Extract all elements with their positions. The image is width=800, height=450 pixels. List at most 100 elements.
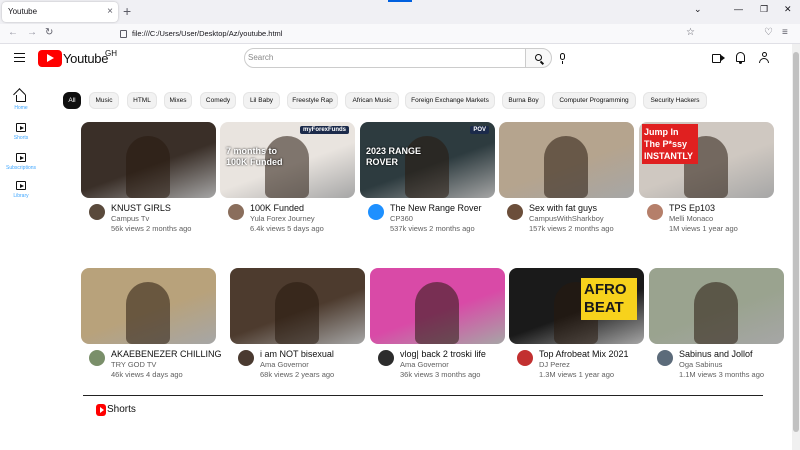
video-thumbnail[interactable]: myForexFunds 7 months to 100K Funded <box>220 122 355 198</box>
notifications-bell-icon[interactable] <box>736 52 745 64</box>
chip-african-music[interactable]: African Music <box>345 92 399 109</box>
category-chips: All Music HTML Mixes Comedy Lil Baby Fre… <box>63 92 763 109</box>
channel-name[interactable]: CP360 <box>390 214 413 223</box>
video-title[interactable]: i am NOT bisexual <box>260 349 370 359</box>
video-thumbnail[interactable] <box>81 268 216 344</box>
video-thumbnail[interactable] <box>499 122 634 198</box>
search-icon <box>535 54 542 61</box>
channel-avatar[interactable] <box>368 204 384 220</box>
chevron-down-icon[interactable]: ⌄ <box>694 4 702 15</box>
chip-computer-programming[interactable]: Computer Programming <box>552 92 636 109</box>
new-tab-button[interactable]: + <box>123 2 131 20</box>
channel-name[interactable]: Campus Tv <box>111 214 149 223</box>
chip-foreign-exchange-markets[interactable]: Foreign Exchange Markets <box>405 92 495 109</box>
chip-html[interactable]: HTML <box>127 92 157 109</box>
back-icon[interactable]: ← <box>8 27 18 38</box>
video-title[interactable]: 100K Funded <box>250 203 360 213</box>
channel-name[interactable]: Oga Sabinus <box>679 360 722 369</box>
video-card[interactable]: Jump In The P*ssy INSTANTLY TPS Ep103 Mell… <box>639 122 779 237</box>
video-card[interactable]: vlog| back 2 troski life Ama Governor 36k … <box>370 268 510 383</box>
close-tab-icon[interactable]: × <box>107 2 113 22</box>
restore-icon[interactable]: ❐ <box>760 4 768 15</box>
sidebar-item-shorts[interactable]: Shorts <box>0 120 42 148</box>
video-title[interactable]: Sabinus and Jollof <box>679 349 789 359</box>
subscriptions-icon <box>16 153 26 162</box>
channel-name[interactable]: TRY GOD TV <box>111 360 156 369</box>
channel-avatar[interactable] <box>238 350 254 366</box>
video-card[interactable]: Sex with fat guys CampusWithSharkboy 157k … <box>499 122 639 237</box>
video-title[interactable]: vlog| back 2 troski life <box>400 349 510 359</box>
channel-name[interactable]: Ama Governor <box>260 360 309 369</box>
browser-tab-title: Youtube <box>8 7 38 16</box>
channel-avatar[interactable] <box>228 204 244 220</box>
create-video-icon[interactable] <box>712 54 725 63</box>
video-title[interactable]: AKAEBENEZER CHILLING <box>111 349 222 359</box>
video-title[interactable]: Sex with fat guys <box>529 203 639 213</box>
chip-freestyle-rap[interactable]: Freestyle Rap <box>287 92 338 109</box>
address-bar[interactable]: file:///C:/Users/User/Desktop/Az/youtube… <box>118 26 698 42</box>
video-title[interactable]: KNUST GIRLS <box>111 203 221 213</box>
search-button[interactable] <box>525 48 552 68</box>
chip-comedy[interactable]: Comedy <box>200 92 236 109</box>
video-thumbnail[interactable]: AFRO BEAT <box>509 268 644 344</box>
minimize-icon[interactable]: — <box>734 4 743 14</box>
video-title[interactable]: TPS Ep103 <box>669 203 779 213</box>
search-input[interactable]: Search <box>244 48 526 68</box>
page-scrollbar[interactable] <box>792 44 800 450</box>
chip-security-hackers[interactable]: Security Hackers <box>643 92 707 109</box>
chip-mixes[interactable]: Mixes <box>164 92 192 109</box>
video-card[interactable]: Sabinus and Jollof Oga Sabinus 1.1M views … <box>649 268 789 383</box>
channel-name[interactable]: DJ Perez <box>539 360 570 369</box>
chip-burna-boy[interactable]: Burna Boy <box>502 92 545 109</box>
video-thumbnail[interactable] <box>81 122 216 198</box>
channel-avatar[interactable] <box>517 350 533 366</box>
channel-name[interactable]: CampusWithSharkboy <box>529 214 604 223</box>
video-thumbnail[interactable]: POV 2023 RANGE ROVER <box>360 122 495 198</box>
video-title[interactable]: Top Afrobeat Mix 2021 <box>539 349 649 359</box>
reload-icon[interactable]: ↻ <box>45 27 53 38</box>
video-card[interactable]: i am NOT bisexual Ama Governor 68k views 2… <box>230 268 370 383</box>
video-card[interactable]: myForexFunds 7 months to 100K Funded 100K … <box>220 122 360 237</box>
video-card[interactable]: AKAEBENEZER CHILLING TRY GOD TV 46k views … <box>81 268 222 383</box>
video-card[interactable]: POV 2023 RANGE ROVER The New Range Rover CP… <box>360 122 500 237</box>
video-title[interactable]: The New Range Rover <box>390 203 500 213</box>
sidebar-item-subscriptions[interactable]: Subscriptions <box>0 150 42 178</box>
chip-music[interactable]: Music <box>89 92 119 109</box>
close-window-icon[interactable]: ✕ <box>784 4 792 15</box>
account-icon[interactable] <box>759 52 769 64</box>
video-card[interactable]: KNUST GIRLS Campus Tv 56k views 2 months a… <box>81 122 221 237</box>
video-meta: 56k views 2 months ago <box>111 224 192 233</box>
pocket-icon[interactable]: ♡ <box>764 27 773 38</box>
microphone-icon[interactable] <box>560 53 565 64</box>
chip-all[interactable]: All <box>63 92 81 109</box>
menu-icon[interactable]: ≡ <box>782 27 788 38</box>
channel-avatar[interactable] <box>89 204 105 220</box>
account-icon-head <box>761 52 767 57</box>
video-thumbnail[interactable] <box>649 268 784 344</box>
video-thumbnail[interactable]: Jump In The P*ssy INSTANTLY <box>639 122 774 198</box>
channel-name[interactable]: Melli Monaco <box>669 214 713 223</box>
sidebar-item-label: Subscriptions <box>5 165 36 171</box>
channel-name[interactable]: Yula Forex Journey <box>250 214 315 223</box>
youtube-logo-icon[interactable] <box>38 50 62 67</box>
channel-name[interactable]: Ama Governor <box>400 360 449 369</box>
shorts-heading-label: Shorts <box>107 404 136 415</box>
logo-text[interactable]: Youtube <box>63 51 108 66</box>
channel-avatar[interactable] <box>507 204 523 220</box>
scrollbar-thumb[interactable] <box>793 52 799 432</box>
video-thumbnail[interactable] <box>230 268 365 344</box>
browser-tab-youtube[interactable]: Youtube × <box>2 2 118 22</box>
channel-avatar[interactable] <box>647 204 663 220</box>
chip-lil-baby[interactable]: Lil Baby <box>243 92 280 109</box>
sidebar-item-library[interactable]: Library <box>0 178 42 206</box>
hamburger-menu-icon[interactable] <box>14 53 25 62</box>
channel-avatar[interactable] <box>89 350 105 366</box>
bookmark-star-icon[interactable]: ☆ <box>686 27 695 38</box>
video-meta: 36k views 3 months ago <box>400 370 481 379</box>
channel-avatar[interactable] <box>657 350 673 366</box>
channel-avatar[interactable] <box>378 350 394 366</box>
video-card[interactable]: AFRO BEAT Top Afrobeat Mix 2021 DJ Perez 1.… <box>509 268 649 383</box>
video-thumbnail[interactable] <box>370 268 505 344</box>
forward-icon[interactable]: → <box>27 27 37 38</box>
sidebar-item-home[interactable]: Home <box>0 90 42 118</box>
